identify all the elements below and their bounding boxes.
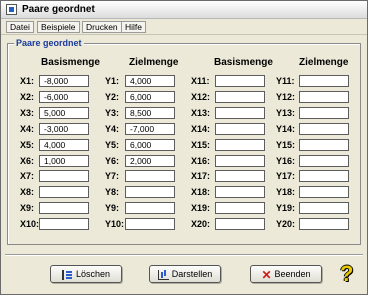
y-left-input-7[interactable] [125, 170, 175, 182]
header-zielmenge-left: Zielmenge [129, 57, 179, 68]
x-right-label-9: X19: [191, 203, 211, 213]
close-icon: ✕ [261, 267, 272, 282]
group-label: Paare geordnet [14, 38, 84, 48]
x-left-input-2[interactable]: -6,000 [39, 91, 89, 103]
x-right-input-1[interactable] [215, 75, 265, 87]
x-left-input-5[interactable]: 4,000 [39, 139, 89, 151]
x-right-input-5[interactable] [215, 139, 265, 151]
x-right-input-7[interactable] [215, 170, 265, 182]
y-right-input-7[interactable] [299, 170, 349, 182]
x-right-input-10[interactable] [215, 218, 265, 230]
y-right-input-9[interactable] [299, 202, 349, 214]
x-left-input-1[interactable]: -8,000 [39, 75, 89, 87]
title-bar[interactable]: Paare geordnet [1, 1, 367, 19]
x-right-input-9[interactable] [215, 202, 265, 214]
y-left-input-1[interactable]: 4,000 [125, 75, 175, 87]
darstellen-label: Darstellen [171, 269, 213, 279]
menu-item-beispiele[interactable]: Beispiele [37, 21, 80, 33]
x-right-input-2[interactable] [215, 91, 265, 103]
loeschen-button[interactable]: Löschen [50, 265, 122, 283]
y-right-input-1[interactable] [299, 75, 349, 87]
chart-icon [157, 269, 169, 280]
x-right-label-5: X15: [191, 140, 211, 150]
x-right-label-8: X18: [191, 187, 211, 197]
x-right-input-8[interactable] [215, 186, 265, 198]
x-right-label-7: X17: [191, 171, 211, 181]
y-left-input-8[interactable] [125, 186, 175, 198]
x-right-label-6: X16: [191, 156, 211, 166]
app-icon [6, 4, 17, 15]
y-left-input-3[interactable]: 8,500 [125, 107, 175, 119]
x-right-label-1: X11: [191, 76, 210, 86]
y-right-input-2[interactable] [299, 91, 349, 103]
beenden-label: Beenden [274, 269, 311, 279]
header-basismenge-left: Basismenge [41, 57, 100, 68]
window-title: Paare geordnet [22, 4, 95, 15]
menu-bar: Datei Beispiele Drucken Hilfe [1, 20, 367, 35]
menu-item-drucken[interactable]: Drucken [82, 21, 122, 33]
main-window: Paare geordnet Datei Beispiele Drucken H… [0, 0, 368, 295]
x-left-input-8[interactable] [39, 186, 89, 198]
help-icon[interactable]: ? [340, 263, 362, 287]
x-left-input-7[interactable] [39, 170, 89, 182]
x-right-input-3[interactable] [215, 107, 265, 119]
menu-item-datei[interactable]: Datei [6, 21, 34, 33]
x-right-label-4: X14: [191, 124, 211, 134]
y-left-input-10[interactable] [125, 218, 175, 230]
x-right-input-4[interactable] [215, 123, 265, 135]
y-right-input-3[interactable] [299, 107, 349, 119]
y-right-input-10[interactable] [299, 218, 349, 230]
y-right-input-5[interactable] [299, 139, 349, 151]
header-basismenge-right: Basismenge [214, 57, 273, 68]
x-right-label-2: X12: [191, 92, 211, 102]
x-right-label-10: X20: [191, 219, 211, 229]
x-left-input-9[interactable] [39, 202, 89, 214]
menu-item-hilfe[interactable]: Hilfe [121, 21, 147, 33]
beenden-button[interactable]: ✕ Beenden [250, 265, 322, 283]
loeschen-label: Löschen [75, 269, 111, 279]
x-right-input-6[interactable] [215, 155, 265, 167]
x-left-input-4[interactable]: -3,000 [39, 123, 89, 135]
y-left-input-6[interactable]: 2,000 [125, 155, 175, 167]
y-left-input-4[interactable]: -7,000 [125, 123, 175, 135]
y-right-input-4[interactable] [299, 123, 349, 135]
x-left-input-3[interactable]: 5,000 [39, 107, 89, 119]
y-right-input-6[interactable] [299, 155, 349, 167]
y-left-input-9[interactable] [125, 202, 175, 214]
darstellen-button[interactable]: Darstellen [149, 265, 221, 283]
x-right-label-3: X13: [191, 108, 211, 118]
y-right-input-8[interactable] [299, 186, 349, 198]
y-left-input-2[interactable]: 6,000 [125, 91, 175, 103]
x-left-input-10[interactable] [39, 218, 89, 230]
y-left-input-5[interactable]: 6,000 [125, 139, 175, 151]
clear-list-icon [61, 269, 73, 280]
header-zielmenge-right: Zielmenge [299, 57, 349, 68]
x-left-input-6[interactable]: 1,000 [39, 155, 89, 167]
